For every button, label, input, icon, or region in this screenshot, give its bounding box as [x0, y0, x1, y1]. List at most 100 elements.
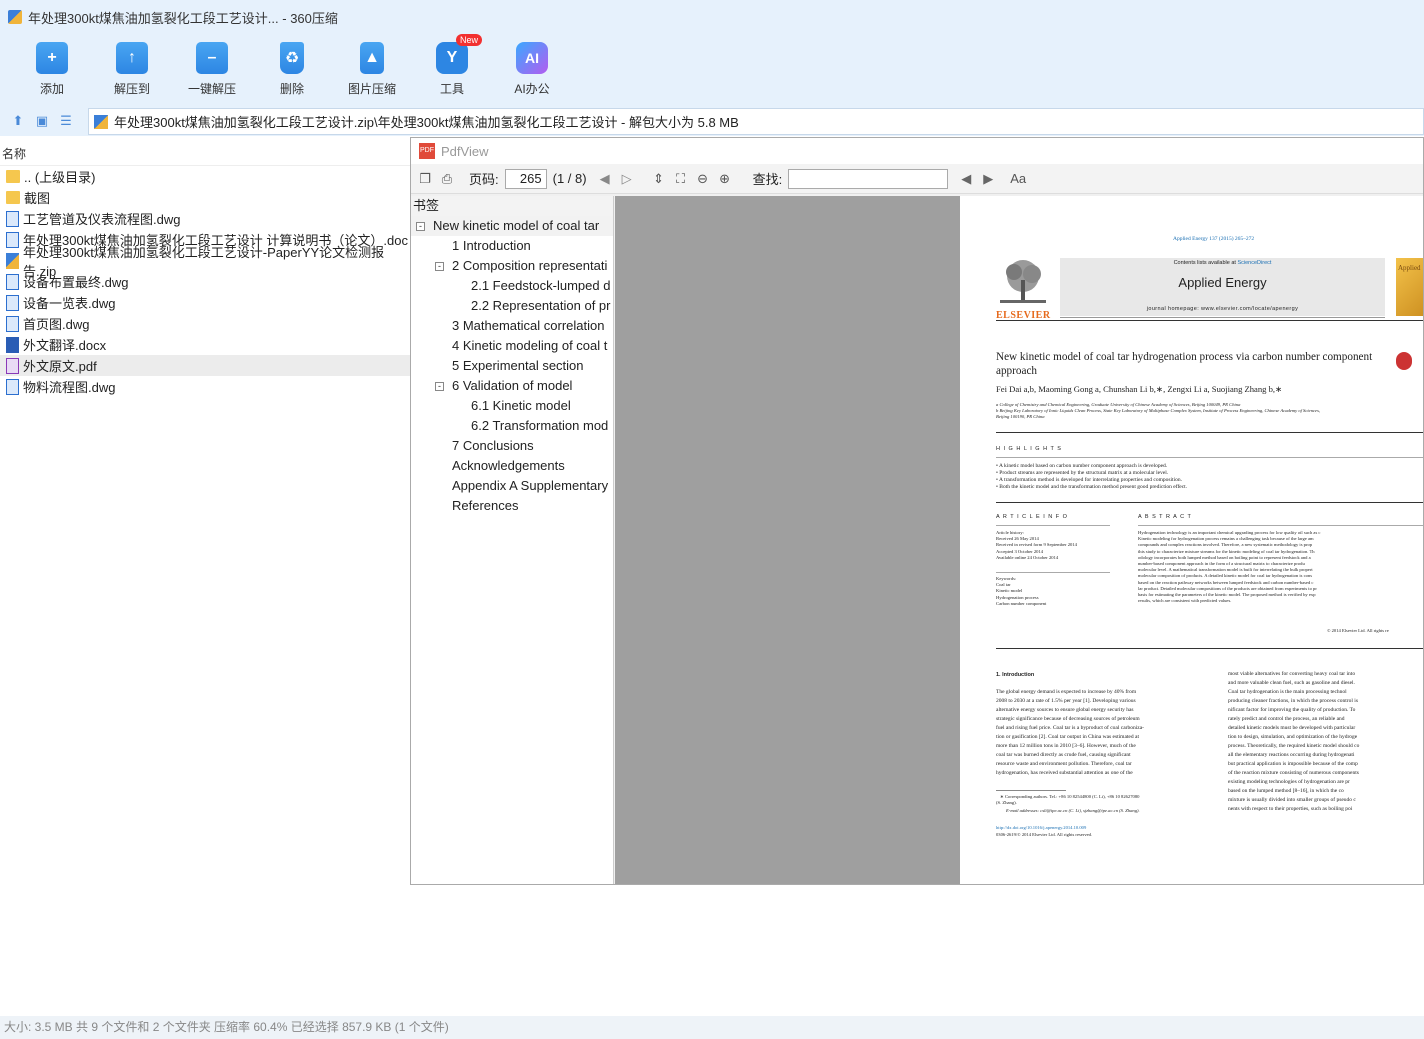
sciencedirect-link[interactable]: ScienceDirect — [1237, 260, 1271, 266]
zoom-out-icon[interactable]: ⊖ — [695, 171, 711, 187]
file-row[interactable]: 外文翻译.docx — [0, 334, 410, 355]
bookmark-label: 7 Conclusions — [452, 438, 534, 453]
match-case-icon[interactable]: Aa — [1010, 171, 1026, 187]
extract-to-button[interactable]: ↑ 解压到 — [97, 38, 167, 102]
file-row[interactable]: 物料流程图.dwg — [0, 376, 410, 397]
intro-line: resource waste and environment pollution… — [996, 761, 1132, 767]
page-number-input[interactable]: 265 — [504, 168, 547, 189]
file-name: 设备一览表.dwg — [23, 296, 116, 311]
ai-office-button[interactable]: AI AI办公 — [497, 38, 567, 102]
zoom-in-icon[interactable]: ⊕ — [717, 171, 733, 187]
bookmark-item[interactable]: Appendix A Supplementary — [411, 476, 613, 496]
add-button-label: 添加 — [39, 82, 64, 96]
delete-icon: ♻ — [280, 42, 304, 74]
highlights-sub-rule — [996, 457, 1423, 458]
bookmark-item[interactable]: Acknowledgements — [411, 456, 613, 476]
pdfview-title: PdfView — [441, 143, 489, 159]
file-name: 物料流程图.dwg — [23, 380, 116, 395]
docx-file-icon — [6, 336, 19, 353]
copy-icon[interactable]: ❐ — [417, 171, 433, 187]
bookmark-item[interactable]: 6.1 Kinetic model — [411, 396, 613, 416]
file-name: .. (上级目录) — [24, 170, 96, 185]
bookmark-item[interactable]: -2 Composition representati — [411, 256, 613, 276]
up-level-icon[interactable]: ⬆ — [10, 113, 26, 129]
bookmark-label: 4 Kinetic modeling of coal t — [452, 338, 608, 353]
abstract-text: Hydrogenation technology is an important… — [1138, 530, 1423, 604]
collapse-toggle-icon[interactable]: - — [416, 222, 425, 231]
find-prev-icon[interactable]: ◀ — [958, 171, 974, 187]
delete-button[interactable]: ♻ 删除 — [257, 38, 327, 102]
add-button[interactable]: + 添加 — [17, 38, 87, 102]
image-compress-button[interactable]: ▲ 图片压缩 — [337, 38, 407, 102]
abstract-heading: A B S T R A C T — [1138, 514, 1192, 520]
bookmarks-tree: - New kinetic model of coal tar 1 Introduc… — [411, 216, 613, 516]
bookmark-item[interactable]: 5 Experimental section — [411, 356, 613, 376]
bookmarks-panel: 书签 - New kinetic model of coal tar 1 Intro… — [411, 196, 614, 884]
keywords: Keywords: Coal tar Kinetic model Hydrogenat… — [996, 576, 1116, 607]
bookmark-item[interactable]: 3 Mathematical correlation — [411, 316, 613, 336]
bookmark-label: Acknowledgements — [452, 458, 565, 473]
bookmark-item[interactable]: 4 Kinetic modeling of coal t — [411, 336, 613, 356]
journal-homepage: journal homepage: www.elsevier.com/locat… — [1146, 306, 1299, 312]
intro-line: most viable alternatives for converting … — [1228, 671, 1356, 677]
bookmark-item[interactable]: 2.2 Representation of pr — [411, 296, 613, 316]
column-header-name[interactable]: 名称 — [0, 142, 410, 166]
collapse-toggle-icon[interactable]: - — [435, 382, 444, 391]
elsevier-logo: ELSEVIER — [996, 258, 1050, 321]
bookmark-item[interactable]: 1 Introduction — [411, 236, 613, 256]
next-page-icon[interactable]: ▷ — [619, 171, 635, 187]
journal-cover: Applied — [1396, 258, 1423, 316]
fit-page-icon[interactable]: ⛶ — [673, 171, 689, 187]
bookmark-item[interactable]: -6 Validation of model — [411, 376, 613, 396]
bookmark-item[interactable]: 2.1 Feedstock-lumped d — [411, 276, 613, 296]
add-icon: + — [36, 42, 68, 74]
top-rule — [996, 320, 1423, 321]
thumbnail-view-icon[interactable]: ▣ — [34, 113, 50, 129]
header-rule — [1060, 317, 1385, 318]
page-total: (1 / 8) — [552, 171, 587, 186]
abstract-rule — [1138, 525, 1423, 526]
bookmark-label: 2 Composition representati — [452, 258, 608, 273]
delete-button-label: 删除 — [279, 82, 304, 96]
keyword-line: Carbon number component — [996, 600, 1047, 606]
find-label: 查找: — [752, 172, 783, 187]
tools-button[interactable]: Y New 工具 — [417, 34, 487, 102]
find-next-icon[interactable]: ▶ — [980, 171, 996, 187]
list-view-icon[interactable]: ☰ — [58, 113, 74, 129]
bookmark-label: 2.1 Feedstock-lumped d — [471, 278, 611, 293]
bookmark-item[interactable]: - New kinetic model of coal tar — [411, 216, 613, 236]
file-row[interactable]: 设备一览表.dwg — [0, 292, 410, 313]
file-row[interactable]: .. (上级目录) — [0, 166, 410, 187]
bookmark-item[interactable]: 7 Conclusions — [411, 436, 613, 456]
file-row[interactable]: 工艺管道及仪表流程图.dwg — [0, 208, 410, 229]
navigation-bar: ⬆ ▣ ☰ 年处理300kt煤焦油加氢裂化工段工艺设计.zip\年处理300kt… — [0, 106, 1424, 136]
prev-page-icon[interactable]: ◀ — [597, 171, 613, 187]
intro-line: and more valuable clean fuel, such as ga… — [1228, 680, 1355, 686]
collapse-toggle-icon[interactable]: - — [435, 262, 444, 271]
address-bar[interactable]: 年处理300kt煤焦油加氢裂化工段工艺设计.zip\年处理300kt煤焦油加氢裂… — [88, 108, 1424, 135]
intro-line: tion to design, simulation, and optimiza… — [1228, 734, 1358, 740]
file-row[interactable]: 截图 — [0, 187, 410, 208]
history-line: Available online 24 October 2014 — [996, 554, 1059, 560]
file-row[interactable]: 外文原文.pdf — [0, 355, 410, 376]
folder-file-icon — [6, 170, 20, 183]
extract-to-button-label: 解压到 — [113, 82, 150, 96]
doi-link[interactable]: http://dx.doi.org/10.1016/j.apenergy.201… — [996, 825, 1086, 831]
ai-office-button-label: AI办公 — [514, 82, 550, 96]
crossmark-icon[interactable] — [1396, 352, 1412, 370]
bookmark-item[interactable]: References — [411, 496, 613, 516]
file-row[interactable]: 首页图.dwg — [0, 313, 410, 334]
highlight-line: • Both the kinetic model and the transfo… — [996, 484, 1188, 490]
file-name: 外文原文.pdf — [23, 359, 97, 374]
pdf-canvas[interactable]: Applied Energy 137 (2015) 265–272 ELSEVI… — [615, 196, 1423, 884]
file-row[interactable]: 年处理300kt煤焦油加氢裂化工段工艺设计-PaperYY论文检测报告.zip — [0, 245, 410, 279]
find-input[interactable] — [788, 168, 949, 189]
intro-line: The global energy demand is expected to … — [996, 689, 1137, 695]
keywords-rule — [996, 572, 1110, 573]
one-click-extract-button[interactable]: – 一键解压 — [177, 38, 247, 102]
one-click-extract-button-label: 一键解压 — [187, 82, 236, 96]
pdfview-title-bar: PDF PdfView — [411, 138, 1423, 164]
print-icon[interactable]: ⎙ — [439, 171, 455, 187]
fit-width-icon[interactable]: ⇕ — [651, 171, 667, 187]
bookmark-item[interactable]: 6.2 Transformation mod — [411, 416, 613, 436]
